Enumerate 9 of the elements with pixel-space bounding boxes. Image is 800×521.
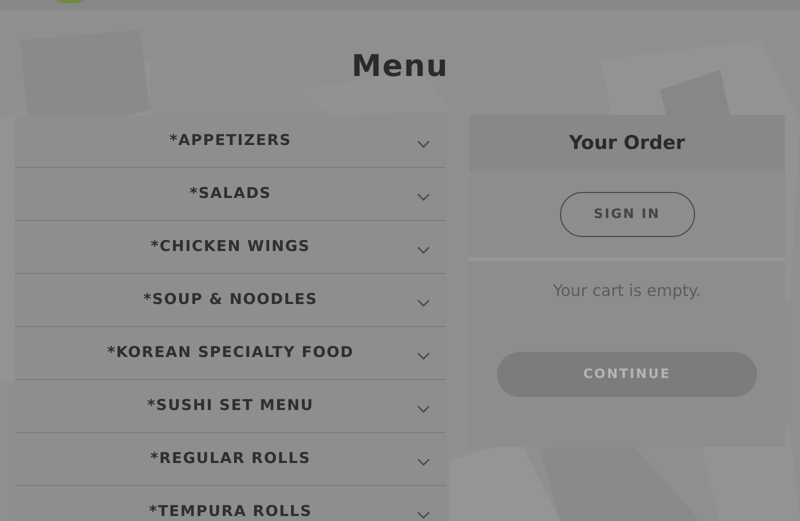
category-row[interactable]: *APPETIZERS [15,115,446,168]
category-row[interactable]: *KOREAN SPECIALTY FOOD [15,327,446,380]
category-row[interactable]: *CHICKEN WINGS [15,221,446,274]
page-title: Menu [350,48,450,86]
category-row[interactable]: *SOUP & NOODLES [15,274,446,327]
order-title: Your Order [569,132,685,154]
category-row[interactable]: *SUSHI SET MENU [15,380,446,433]
category-row[interactable]: *SALADS [15,168,446,221]
sign-in-button[interactable]: SIGN IN [560,192,694,236]
